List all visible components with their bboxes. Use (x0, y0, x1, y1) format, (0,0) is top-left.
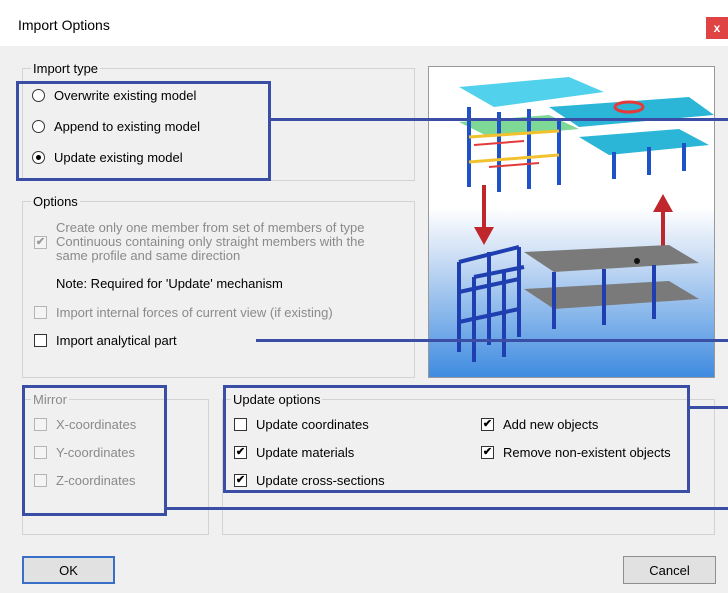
ok-button[interactable]: OK (22, 556, 115, 584)
note-label: Note: Required for 'Update' mechanism (56, 276, 283, 291)
close-button[interactable]: x (706, 17, 728, 39)
import-type-legend: Import type (33, 61, 99, 76)
note-text: Note: Required for 'Update' mechanism (56, 276, 283, 291)
checkbox[interactable] (34, 334, 47, 347)
highlight-import-type (16, 81, 271, 181)
window-title: Import Options (18, 17, 110, 33)
checkbox[interactable] (34, 306, 47, 319)
create-one-member-checkbox[interactable]: ✔ (34, 236, 47, 249)
create-one-member-label: Create only one member from set of membe… (56, 220, 365, 263)
callout-line (690, 406, 728, 409)
cancel-button[interactable]: Cancel (623, 556, 716, 584)
callout-line (271, 118, 728, 121)
options-legend: Options (33, 194, 78, 209)
structure-image (429, 67, 714, 377)
title-bar: Import Options x (0, 0, 728, 46)
import-analytical-part-checkbox[interactable]: Import analytical part (34, 333, 177, 348)
callout-line (256, 339, 728, 342)
highlight-update-options (223, 385, 690, 493)
import-internal-forces-checkbox[interactable]: Import internal forces of current view (… (34, 305, 333, 320)
highlight-mirror (22, 385, 167, 516)
import-analytical-part-label: Import analytical part (56, 333, 177, 348)
callout-line (167, 507, 728, 510)
import-internal-forces-label: Import internal forces of current view (… (56, 305, 333, 320)
model-update-illustration (428, 66, 715, 378)
